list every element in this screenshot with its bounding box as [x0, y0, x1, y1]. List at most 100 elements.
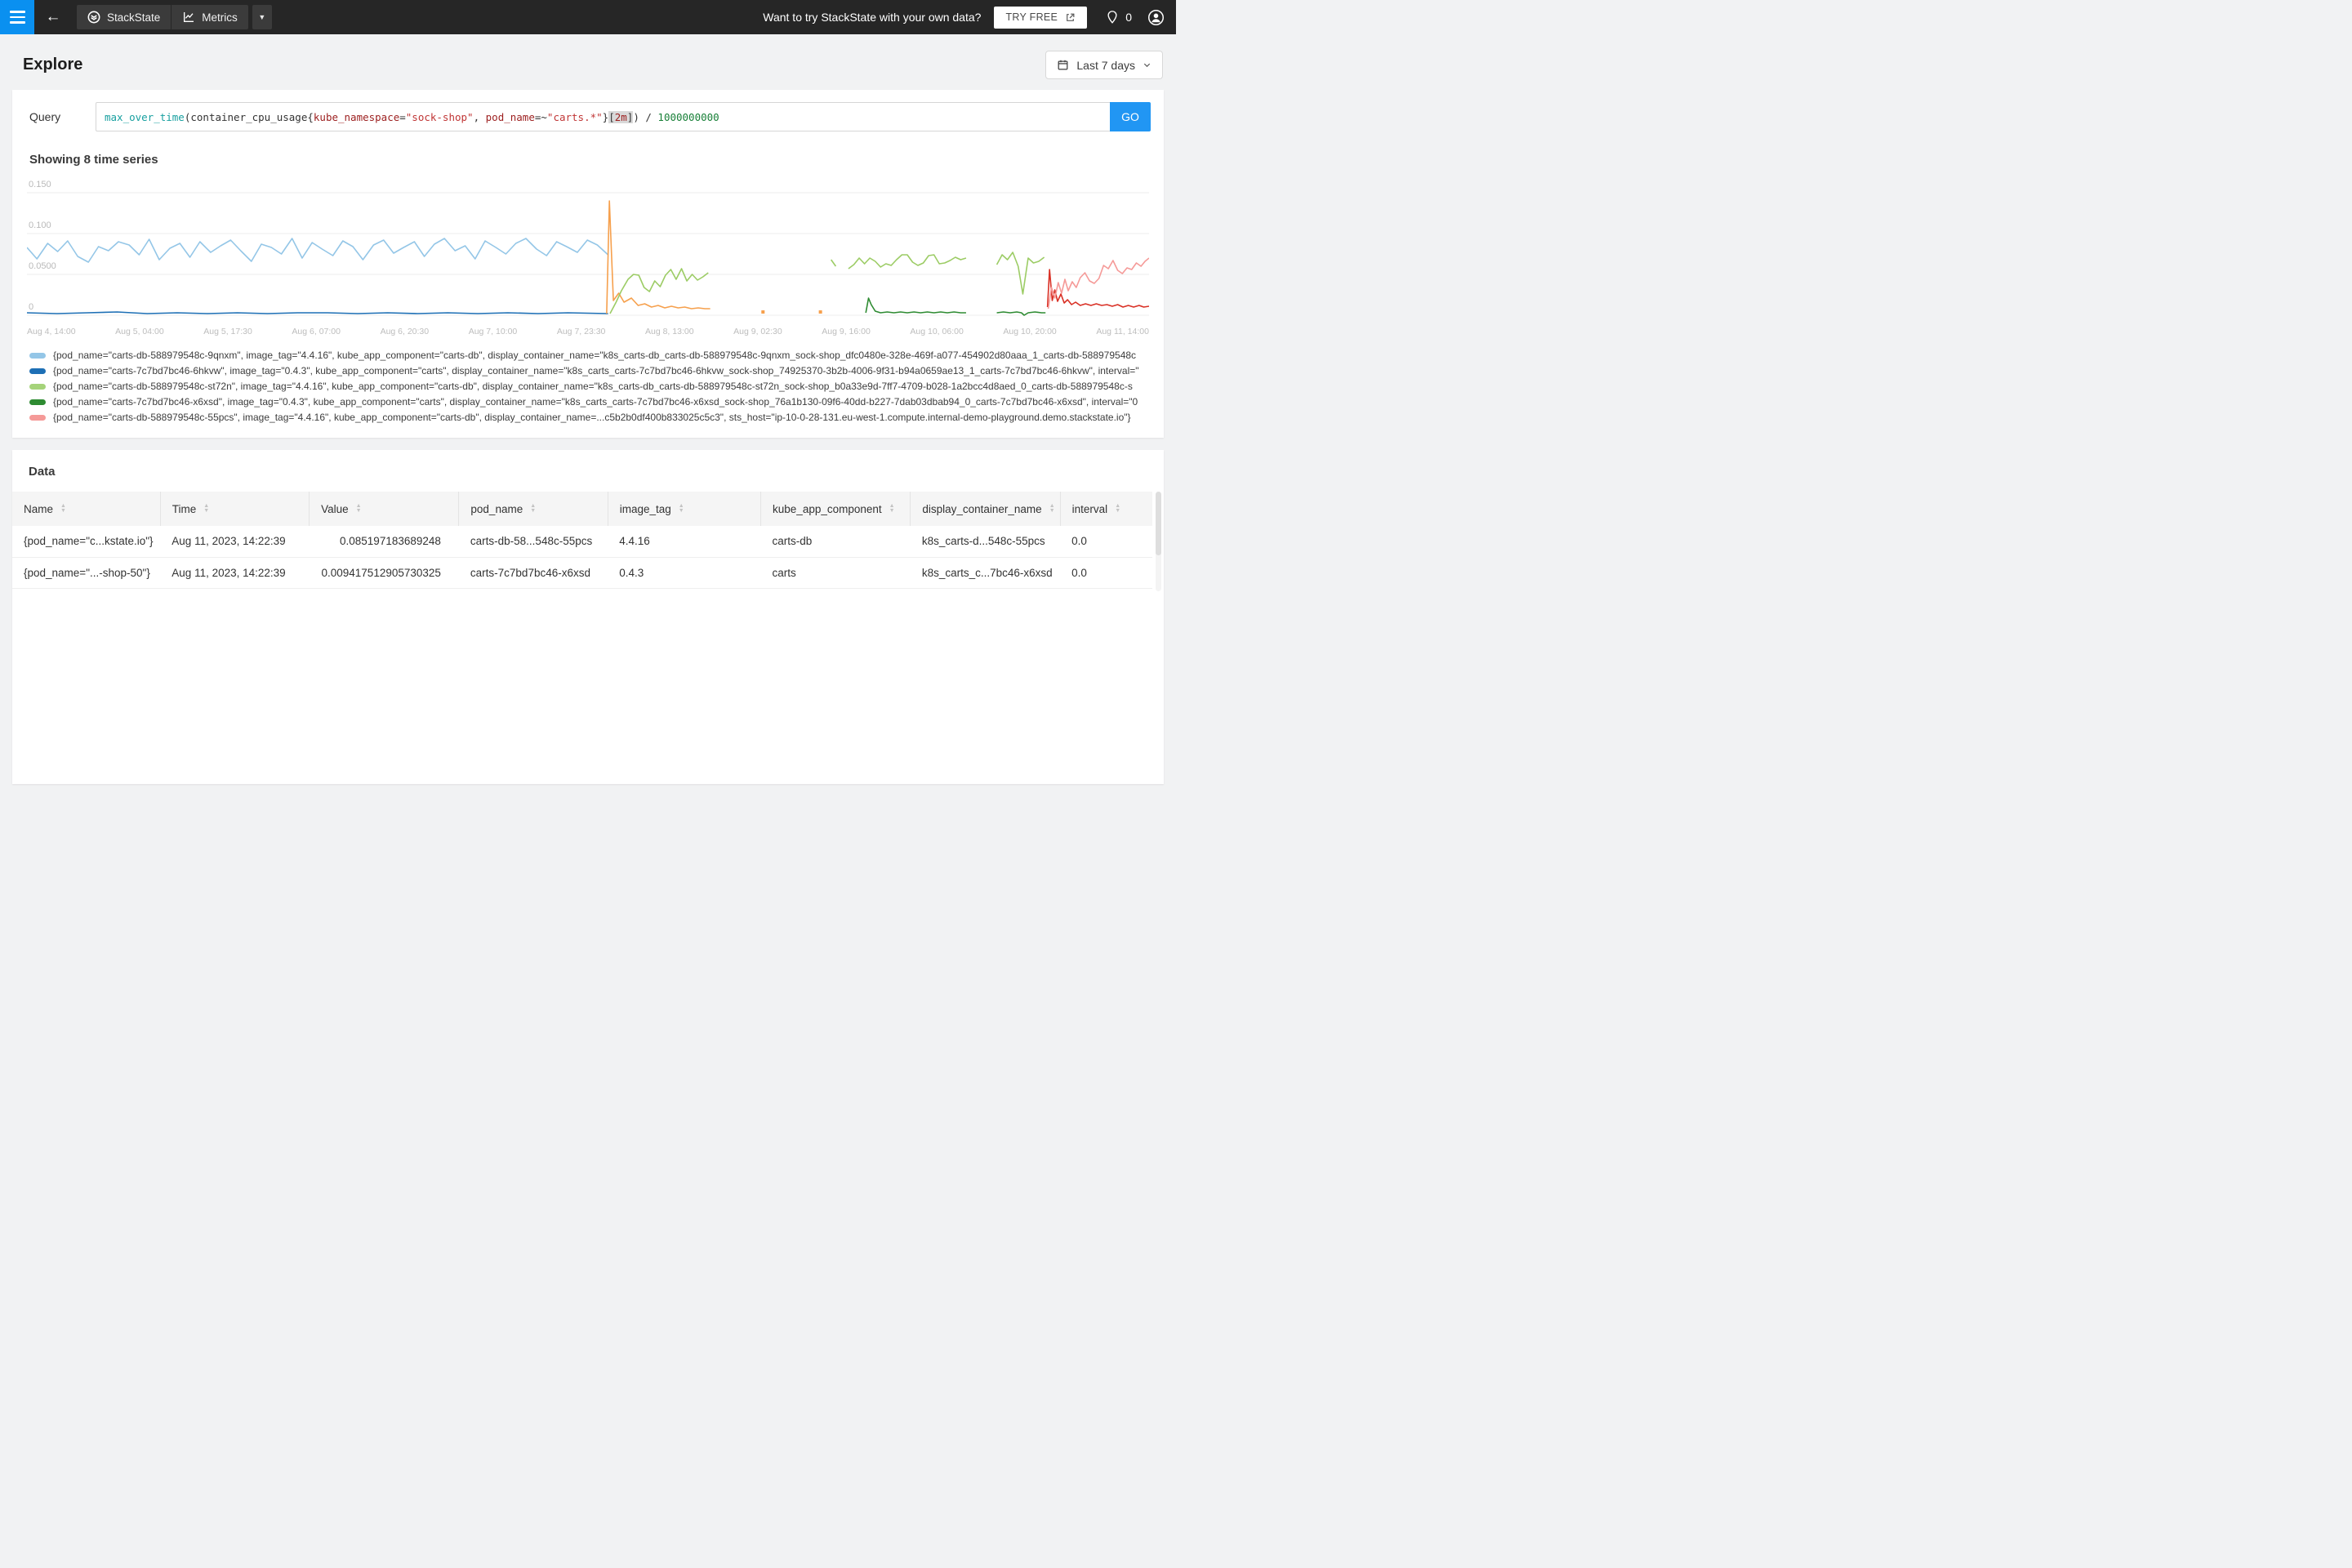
sort-icon[interactable]: ▲ ▼ [60, 503, 66, 514]
x-tick-label: Aug 7, 10:00 [468, 327, 518, 336]
series-point [761, 310, 765, 314]
time-range-selector[interactable]: Last 7 days [1045, 51, 1163, 79]
legend-label: {pod_name="carts-db-588979548c-9qnxm", i… [53, 350, 1137, 361]
sort-icon[interactable]: ▲ ▼ [203, 503, 209, 514]
x-tick-label: Aug 5, 04:00 [115, 327, 164, 336]
series-line [996, 252, 1045, 295]
query-token: pod_name [485, 110, 535, 123]
y-tick-label: 0.150 [29, 180, 51, 189]
query-token: (container_cpu_usage{ [184, 110, 314, 123]
promo-text: Want to try StackState with your own dat… [763, 11, 982, 24]
query-token: "carts.*" [546, 110, 603, 123]
tab-metrics-label: Metrics [202, 11, 238, 24]
pin-count: 0 [1125, 11, 1132, 24]
query-token: kube_namespace [313, 110, 400, 123]
sort-icon[interactable]: ▲ ▼ [530, 503, 536, 514]
x-tick-label: Aug 11, 14:00 [1096, 327, 1149, 336]
legend-swatch-icon [29, 352, 46, 359]
calendar-icon [1057, 59, 1069, 71]
column-header-Value[interactable]: Value ▲ ▼ [309, 492, 459, 526]
query-token: =~ [534, 110, 547, 123]
back-button[interactable]: ← [34, 0, 72, 34]
legend-item[interactable]: {pod_name="carts-7c7bd7bc46-x6xsd", imag… [29, 396, 1151, 408]
column-header-label: Value [321, 502, 349, 515]
table-scrollbar-track[interactable] [1156, 492, 1161, 591]
table-cell: 0.085197183689248 [309, 526, 459, 558]
external-link-icon [1065, 12, 1076, 23]
column-header-display_container_name[interactable]: display_container_name ▲ ▼ [910, 492, 1061, 526]
explore-panel: Query max_over_time (container_cpu_usage{… [12, 90, 1164, 438]
series-line [606, 200, 710, 314]
x-tick-label: Aug 6, 07:00 [292, 327, 341, 336]
column-header-label: display_container_name [922, 502, 1042, 515]
hamburger-menu-button[interactable] [0, 0, 34, 34]
table-row[interactable]: {pod_name="...-shop-50"} Aug 11, 2023, 14… [12, 557, 1152, 589]
query-token: [ [608, 110, 615, 123]
table-cell: 0.009417512905730325 [309, 557, 459, 589]
legend-label: {pod_name="carts-7c7bd7bc46-6hkvw", imag… [53, 365, 1139, 376]
pin-icon[interactable] [1105, 10, 1120, 24]
column-header-interval[interactable]: interval ▲ ▼ [1059, 492, 1152, 526]
x-tick-label: Aug 5, 17:30 [203, 327, 252, 336]
series-line [865, 297, 966, 314]
stackstate-logo-icon [87, 11, 100, 24]
column-header-label: Time [172, 502, 197, 515]
table-scrollbar-thumb[interactable] [1156, 492, 1161, 555]
legend-item[interactable]: {pod_name="carts-db-588979548c-55pcs", i… [29, 412, 1151, 423]
x-tick-label: Aug 10, 20:00 [1003, 327, 1057, 336]
table-row[interactable]: {pod_name="c...kstate.io"} Aug 11, 2023, … [12, 526, 1152, 558]
table-cell: {pod_name="...-shop-50"} [12, 557, 161, 589]
tab-metrics[interactable]: Metrics [172, 5, 248, 29]
table-cell: Aug 11, 2023, 14:22:39 [160, 526, 310, 558]
series-line [848, 254, 967, 270]
query-token: "sock-shop" [405, 110, 474, 123]
query-token: ) / [633, 110, 658, 123]
metrics-chart-icon [182, 11, 195, 24]
try-free-button[interactable]: TRY FREE [994, 6, 1088, 29]
data-panel: Data Name ▲ ▼ Time ▲ ▼ Value ▲ ▼ pod_name ▲ ▼ image_… [12, 450, 1164, 784]
legend-item[interactable]: {pod_name="carts-db-588979548c-9qnxm", i… [29, 350, 1151, 361]
table-cell: 0.0 [1060, 526, 1152, 558]
sort-icon[interactable]: ▲ ▼ [679, 503, 684, 514]
column-header-kube_app_component[interactable]: kube_app_component ▲ ▼ [760, 492, 911, 526]
table-body: {pod_name="c...kstate.io"} Aug 11, 2023, … [12, 526, 1152, 589]
brand-label: StackState [107, 11, 161, 24]
query-token: 1000000000 [657, 110, 719, 123]
query-input[interactable]: max_over_time (container_cpu_usage{kube_n… [96, 102, 1110, 131]
chart-plot: 0.150 0.100 0.0500 0 [26, 180, 1150, 316]
table-cell: carts [760, 557, 911, 589]
legend-swatch-icon [29, 368, 46, 374]
series-line [609, 268, 709, 314]
x-tick-label: Aug 10, 06:00 [910, 327, 964, 336]
sort-icon[interactable]: ▲ ▼ [356, 503, 362, 514]
legend-label: {pod_name="carts-db-588979548c-55pcs", i… [53, 412, 1131, 423]
time-range-label: Last 7 days [1076, 58, 1135, 72]
column-header-label: Name [24, 502, 54, 515]
nav-dropdown-caret[interactable]: ▼ [252, 5, 272, 29]
y-tick-label: 0.100 [29, 220, 51, 230]
legend-item[interactable]: {pod_name="carts-db-588979548c-st72n", i… [29, 381, 1151, 392]
query-label: Query [29, 110, 61, 123]
column-header-Name[interactable]: Name ▲ ▼ [12, 492, 161, 526]
legend-item[interactable]: {pod_name="carts-7c7bd7bc46-6hkvw", imag… [29, 365, 1151, 376]
table-cell: 0.4.3 [608, 557, 761, 589]
avatar[interactable] [1147, 9, 1165, 26]
series-line [26, 238, 609, 263]
column-header-label: interval [1071, 502, 1108, 515]
legend-label: {pod_name="carts-db-588979548c-st72n", i… [53, 381, 1133, 392]
chevron-down-icon [1143, 60, 1152, 69]
table-cell: Aug 11, 2023, 14:22:39 [160, 557, 310, 589]
table-cell: 0.0 [1060, 557, 1152, 589]
brand-button-stackstate[interactable]: StackState [77, 5, 172, 29]
sort-icon[interactable]: ▲ ▼ [1049, 503, 1055, 514]
column-header-Time[interactable]: Time ▲ ▼ [159, 492, 310, 526]
go-button[interactable]: GO [1110, 102, 1151, 131]
top-navbar: ← StackState Metrics ▼ Want to try Stack… [0, 0, 1176, 34]
sort-icon[interactable]: ▲ ▼ [889, 503, 895, 514]
y-tick-label: 0 [29, 302, 33, 312]
results-table: Name ▲ ▼ Time ▲ ▼ Value ▲ ▼ pod_name ▲ ▼ image_tag ▲ ▼… [12, 492, 1152, 589]
column-header-pod_name[interactable]: pod_name ▲ ▼ [458, 492, 608, 526]
x-tick-label: Aug 7, 23:30 [556, 327, 606, 336]
sort-icon[interactable]: ▲ ▼ [1115, 503, 1120, 514]
column-header-image_tag[interactable]: image_tag ▲ ▼ [607, 492, 761, 526]
